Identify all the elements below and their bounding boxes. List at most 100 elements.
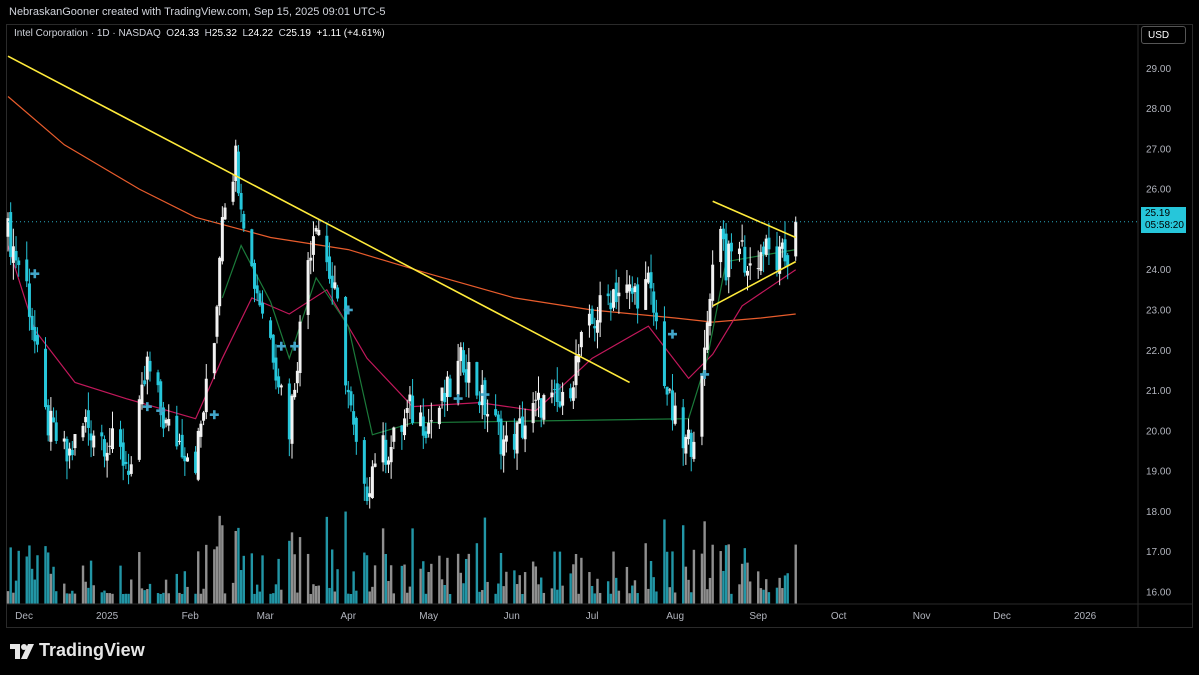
candle-body <box>306 260 310 315</box>
volume-bar <box>143 590 146 604</box>
volume-bar <box>167 593 170 604</box>
candle-body <box>448 378 452 397</box>
time-tick-label: Mar <box>257 611 275 622</box>
price-chart[interactable]: 29.0028.0027.0026.0025.0024.0023.0022.00… <box>0 0 1199 675</box>
volume-bar <box>148 583 152 604</box>
volume-bar <box>84 581 87 604</box>
signal-cross-icon <box>30 269 40 279</box>
candle-body <box>598 295 602 323</box>
trendlines <box>7 55 797 384</box>
volume-bar <box>49 573 53 604</box>
volume-bar <box>293 554 296 604</box>
volume-bar <box>403 564 406 604</box>
volume-bar <box>743 548 747 604</box>
volume-bar <box>596 578 599 604</box>
candle-body <box>475 362 479 396</box>
candle-body <box>239 193 243 210</box>
candle-body <box>644 279 648 310</box>
candle-body <box>86 410 90 428</box>
candle-body <box>569 388 573 399</box>
candle-body <box>70 449 74 456</box>
volume-bar <box>205 544 208 604</box>
volume-bar <box>108 593 112 604</box>
volume-bar <box>89 560 93 604</box>
volume-bar <box>446 557 449 604</box>
candle-body <box>499 418 503 455</box>
volume-bar <box>569 573 572 604</box>
volume-bar <box>615 577 618 604</box>
price-tick-label: 28.00 <box>1146 104 1171 115</box>
volume-bar <box>783 575 787 604</box>
volume-bar <box>30 568 34 604</box>
candle-body <box>593 325 597 329</box>
candle-body <box>612 289 616 308</box>
volume-bar <box>130 579 133 604</box>
candle-body <box>145 356 149 380</box>
symbol-name: Intel Corporation · 1D · NASDAQ <box>14 28 161 39</box>
candle-body <box>670 390 674 421</box>
candle-body <box>236 151 240 194</box>
volume-bar <box>572 564 575 604</box>
volume-bar <box>138 552 141 604</box>
volume-bar <box>381 528 385 604</box>
volume-bar <box>556 589 559 604</box>
volume-bar <box>277 558 280 604</box>
candle-body <box>539 398 543 418</box>
currency-button[interactable]: USD <box>1141 26 1186 44</box>
candle-body <box>215 306 219 337</box>
candle-body <box>652 291 656 313</box>
volume-bar <box>92 585 95 604</box>
volume-bar <box>124 593 128 604</box>
volume-bar <box>649 561 653 604</box>
price-tick-label: 22.00 <box>1146 346 1171 357</box>
candle-body <box>456 360 460 396</box>
volume-bar <box>349 594 353 604</box>
candle-body <box>437 407 441 425</box>
candle-body <box>668 389 672 391</box>
volume-bar <box>494 593 497 604</box>
signal-bar-v <box>279 341 283 351</box>
volume-histogram <box>6 511 797 604</box>
volume-bar <box>119 565 122 604</box>
volume-bar <box>724 545 728 604</box>
time-tick-label: Dec <box>15 611 33 622</box>
volume-bar <box>738 584 741 604</box>
candle-body <box>729 242 733 252</box>
candle-body <box>411 395 415 423</box>
volume-bar <box>237 527 240 604</box>
moving-averages <box>7 96 797 436</box>
candle-body <box>167 418 171 426</box>
volume-bar <box>65 593 69 604</box>
candle-body <box>537 392 541 400</box>
volume-bar <box>306 553 310 604</box>
volume-bar <box>703 521 706 604</box>
volume-bar <box>234 530 237 604</box>
volume-bar <box>122 593 125 604</box>
volume-bar <box>448 593 452 604</box>
price-tick-label: 19.00 <box>1146 467 1171 478</box>
candle-body <box>129 464 133 474</box>
candle-body <box>202 412 206 421</box>
volume-bar <box>438 555 441 604</box>
candle-body <box>775 246 779 270</box>
candle-body <box>646 272 650 283</box>
volume-bar <box>419 568 422 604</box>
candle-body <box>400 425 404 432</box>
volume-bar <box>6 591 10 604</box>
candle-body <box>494 409 498 416</box>
candle-body <box>555 383 559 402</box>
volume-bar <box>368 591 371 604</box>
signal-bar-v <box>146 402 149 412</box>
candle-body <box>311 236 315 255</box>
candle-body <box>542 395 546 420</box>
volume-bar <box>467 553 471 604</box>
candle-body <box>105 452 109 461</box>
candle-body <box>68 448 72 456</box>
candle-body <box>673 405 677 424</box>
candle-body <box>175 415 179 447</box>
volume-bar <box>759 588 763 604</box>
candle-body <box>183 455 187 462</box>
candle-body <box>287 383 291 440</box>
volume-bar <box>253 593 256 604</box>
high-value: 25.32 <box>211 28 237 39</box>
